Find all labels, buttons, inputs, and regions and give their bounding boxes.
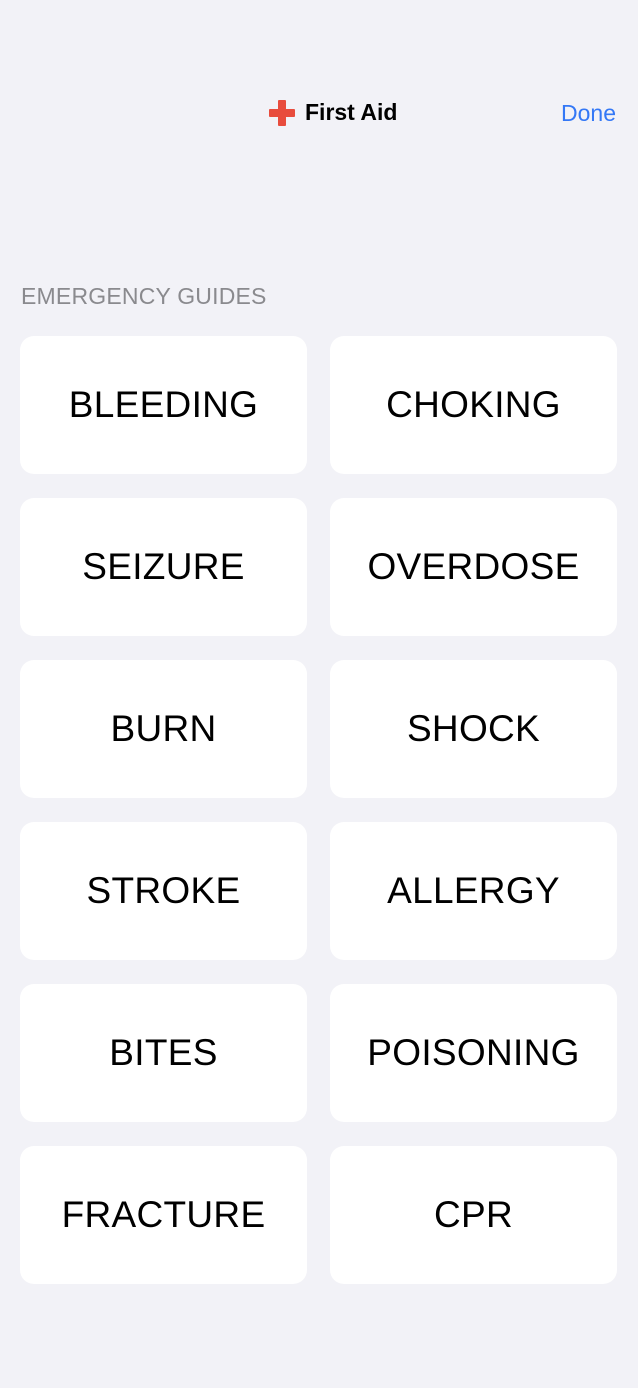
guide-label: SHOCK <box>406 708 541 749</box>
navigation-bar: First Aid Done <box>0 86 638 142</box>
guide-label: CHOKING <box>386 384 561 425</box>
guide-fracture[interactable]: FRACTURE <box>20 1146 307 1284</box>
guide-stroke[interactable]: STROKE <box>20 822 307 960</box>
red-cross-icon <box>269 99 295 126</box>
guide-label: OVERDOSE <box>367 546 580 587</box>
guide-label: BITES <box>109 1032 218 1073</box>
guide-shock[interactable]: SHOCK <box>330 660 617 798</box>
done-button[interactable]: Done <box>561 100 616 127</box>
nav-title-text: First Aid <box>305 99 398 125</box>
guide-label: SEIZURE <box>82 546 245 587</box>
guide-poisoning[interactable]: POISONING <box>330 984 617 1122</box>
guide-cpr[interactable]: CPR <box>330 1146 617 1284</box>
guide-label: ALLERGY <box>387 870 560 911</box>
guide-choking[interactable]: CHOKING <box>330 336 617 474</box>
guide-bites[interactable]: BITES <box>20 984 307 1122</box>
guide-burn[interactable]: BURN <box>20 660 307 798</box>
section-header: EMERGENCY GUIDES <box>21 283 267 309</box>
guide-label: POISONING <box>367 1032 580 1073</box>
guide-allergy[interactable]: ALLERGY <box>330 822 617 960</box>
guide-label: FRACTURE <box>61 1194 266 1235</box>
guide-label: CPR <box>433 1194 514 1235</box>
guide-label: BLEEDING <box>68 384 259 425</box>
guide-seizure[interactable]: SEIZURE <box>20 498 307 636</box>
guide-label: STROKE <box>86 870 241 911</box>
guide-overdose[interactable]: OVERDOSE <box>330 498 617 636</box>
guide-bleeding[interactable]: BLEEDING <box>20 336 307 474</box>
guides-grid: BLEEDING CHOKING SEIZURE OVERDOSE BURN S… <box>20 336 617 1284</box>
nav-title: First Aid <box>269 99 397 126</box>
guide-label: BURN <box>110 708 217 749</box>
